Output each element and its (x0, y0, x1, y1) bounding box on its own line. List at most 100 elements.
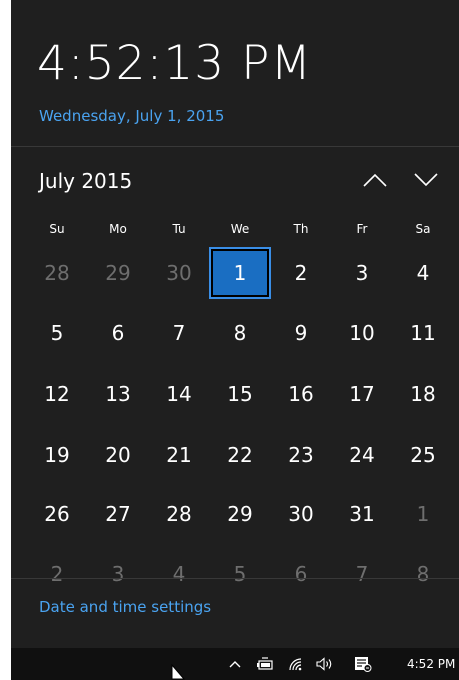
weekday-label: Mo (109, 222, 127, 236)
calendar-day[interactable]: 28 (149, 489, 209, 539)
calendar-day[interactable]: 5 (210, 549, 270, 599)
weekday-label: Th (293, 222, 309, 236)
calendar-day[interactable]: 9 (271, 308, 331, 358)
calendar-day-number: 13 (105, 382, 131, 406)
calendar-day-number: 14 (166, 382, 192, 406)
calendar-day-number: 20 (105, 443, 131, 467)
calendar-day[interactable]: 20 (88, 430, 148, 480)
calendar-day[interactable]: 23 (271, 430, 331, 480)
calendar-day-selected[interactable]: 1 (209, 247, 271, 299)
calendar-day-number: 28 (44, 261, 70, 285)
calendar-day[interactable]: 6 (271, 549, 331, 599)
calendar-day[interactable]: 3 (332, 248, 392, 298)
show-hidden-icons-button[interactable] (225, 648, 245, 680)
calendar-day[interactable]: 4 (149, 549, 209, 599)
calendar-day[interactable]: 29 (210, 489, 270, 539)
calendar-day-number: 29 (227, 502, 253, 526)
calendar-day[interactable]: 19 (27, 430, 87, 480)
calendar-day-number: 2 (294, 261, 308, 285)
weekday-label: Sa (415, 222, 431, 236)
calendar-day-number: 3 (111, 562, 125, 586)
calendar-day-number: 8 (233, 321, 247, 345)
calendar-day-number: 29 (105, 261, 131, 285)
calendar-day[interactable]: 3 (88, 549, 148, 599)
calendar-day[interactable]: 17 (332, 369, 392, 419)
calendar-day-number: 12 (44, 382, 70, 406)
calendar-day-number: 7 (172, 321, 186, 345)
calendar-day-number: 26 (44, 502, 70, 526)
calendar-day[interactable]: 29 (88, 248, 148, 298)
divider (11, 578, 459, 579)
calendar-day-number: 25 (410, 443, 436, 467)
calendar-day[interactable]: 30 (149, 248, 209, 298)
calendar-day[interactable]: 16 (271, 369, 331, 419)
calendar-day[interactable]: 28 (27, 248, 87, 298)
previous-month-button[interactable] (357, 165, 393, 195)
calendar-day[interactable]: 10 (332, 308, 392, 358)
calendar-day[interactable]: 8 (210, 308, 270, 358)
calendar-day-number: 23 (288, 443, 314, 467)
taskbar: 4:52 PM (11, 648, 459, 680)
calendar-day-number: 28 (166, 502, 192, 526)
calendar-day-number: 24 (349, 443, 375, 467)
calendar-day[interactable]: 31 (332, 489, 392, 539)
network-button[interactable] (285, 648, 309, 680)
calendar-day-number: 27 (105, 502, 131, 526)
calendar-day-number: 18 (410, 382, 436, 406)
calendar-day[interactable]: 30 (271, 489, 331, 539)
calendar-day[interactable]: 7 (149, 308, 209, 358)
calendar-day[interactable]: 15 (210, 369, 270, 419)
calendar-day[interactable]: 27 (88, 489, 148, 539)
calendar-day-number: 9 (294, 321, 308, 345)
calendar-day-number: 31 (349, 502, 375, 526)
taskbar-clock[interactable]: 4:52 PM (407, 657, 455, 671)
calendar-day-number: 30 (166, 261, 192, 285)
calendar-day-number: 6 (111, 321, 125, 345)
calendar-day[interactable]: 25 (393, 430, 453, 480)
volume-icon (316, 657, 332, 671)
calendar-day[interactable]: 24 (332, 430, 392, 480)
calendar-day[interactable]: 13 (88, 369, 148, 419)
weekday-label: Tu (172, 222, 186, 236)
weekday-label: We (230, 222, 250, 236)
next-month-button[interactable] (408, 165, 444, 195)
calendar-day-number: 4 (416, 261, 430, 285)
clock-calendar-flyout: 4:52:13 PM Wednesday, July 1, 2015 July … (11, 0, 459, 648)
chevron-up-icon (363, 173, 387, 187)
chevron-up-icon (229, 661, 241, 668)
calendar-day[interactable]: 4 (393, 248, 453, 298)
calendar-day-number: 7 (355, 562, 369, 586)
calendar-day[interactable]: 8 (393, 549, 453, 599)
weekday-label: Fr (356, 222, 368, 236)
divider (11, 146, 459, 147)
calendar-day-number: 5 (50, 321, 64, 345)
calendar-day[interactable]: 21 (149, 430, 209, 480)
action-center-button[interactable] (351, 648, 375, 680)
calendar-day[interactable]: 11 (393, 308, 453, 358)
calendar-day[interactable]: 26 (27, 489, 87, 539)
calendar-day-number: 3 (355, 261, 369, 285)
calendar-day[interactable]: 2 (27, 549, 87, 599)
calendar-day[interactable]: 14 (149, 369, 209, 419)
calendar-day-number: 21 (166, 443, 192, 467)
month-title[interactable]: July 2015 (39, 169, 132, 193)
calendar-day-number: 17 (349, 382, 375, 406)
date-time-settings-link[interactable]: Date and time settings (39, 598, 211, 616)
volume-button[interactable] (313, 648, 337, 680)
calendar-day-number: 10 (349, 321, 375, 345)
calendar-day[interactable]: 22 (210, 430, 270, 480)
calendar-day[interactable]: 5 (27, 308, 87, 358)
calendar-day[interactable]: 12 (27, 369, 87, 419)
calendar-day[interactable]: 7 (332, 549, 392, 599)
calendar-day-number: 5 (233, 562, 247, 586)
calendar-day[interactable]: 1 (393, 489, 453, 539)
calendar-day[interactable]: 18 (393, 369, 453, 419)
calendar-day-number: 15 (227, 382, 253, 406)
calendar-day[interactable]: 6 (88, 308, 148, 358)
battery-button[interactable] (253, 648, 277, 680)
weekday-label: Su (49, 222, 65, 236)
current-date-link[interactable]: Wednesday, July 1, 2015 (39, 107, 224, 125)
mouse-cursor-icon (171, 664, 185, 680)
calendar-day-number: 30 (288, 502, 314, 526)
calendar-day[interactable]: 2 (271, 248, 331, 298)
